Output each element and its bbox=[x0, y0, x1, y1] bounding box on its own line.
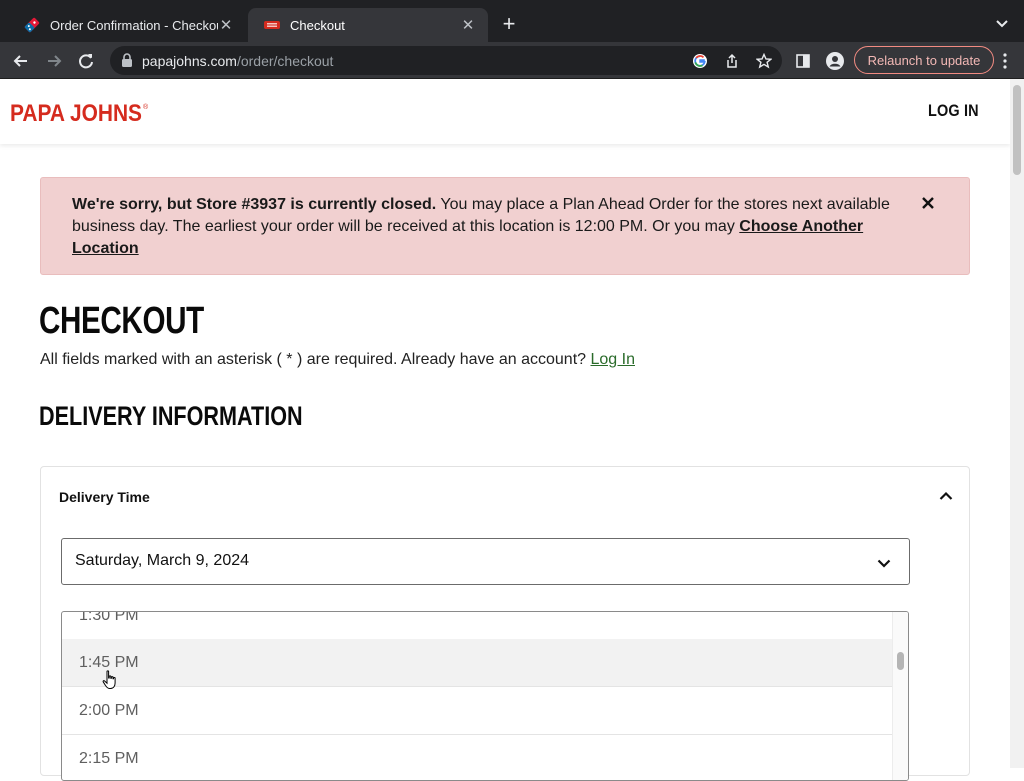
chevron-down-icon[interactable] bbox=[992, 14, 1012, 34]
delivery-date-select[interactable]: Saturday, March 9, 2024 bbox=[61, 538, 910, 585]
url-host: papajohns.com bbox=[142, 53, 237, 69]
close-icon[interactable] bbox=[921, 196, 935, 210]
bookmark-star-icon[interactable] bbox=[754, 51, 774, 71]
delivery-time-list[interactable]: 1:30 PM 1:45 PM 2:00 PM 2:15 PM bbox=[61, 611, 909, 781]
delivery-time-label: Delivery Time bbox=[59, 489, 150, 505]
time-list-scrollbar[interactable] bbox=[892, 612, 908, 780]
header-login-link[interactable]: LOG IN bbox=[928, 101, 979, 121]
more-vert-icon bbox=[1003, 53, 1007, 69]
svg-text:®: ® bbox=[143, 103, 149, 111]
chevron-down-icon bbox=[877, 559, 891, 568]
arrow-right-icon bbox=[48, 55, 62, 67]
close-tab-icon[interactable]: ✕ bbox=[218, 16, 234, 34]
time-list-scrollbar-thumb[interactable] bbox=[897, 652, 904, 670]
browser-tabstrip: Order Confirmation - Checkout ✕ Checkout… bbox=[0, 0, 1024, 42]
store-closed-alert: We're sorry, but Store #3937 is currentl… bbox=[40, 177, 970, 275]
tab-title: Checkout bbox=[290, 17, 345, 33]
dominos-icon bbox=[24, 17, 40, 33]
profile-icon bbox=[826, 52, 844, 70]
required-fields-note: All fields marked with an asterisk ( * )… bbox=[40, 351, 635, 369]
papajohns-icon bbox=[264, 21, 280, 29]
hand-cursor-icon bbox=[102, 670, 116, 689]
back-button[interactable] bbox=[9, 49, 33, 73]
required-note-text: All fields marked with an asterisk ( * )… bbox=[40, 351, 591, 368]
chevron-up-icon[interactable] bbox=[939, 491, 953, 501]
alert-headline: We're sorry, but Store #3937 is currentl… bbox=[72, 196, 437, 213]
selected-date: Saturday, March 9, 2024 bbox=[75, 552, 250, 569]
tab-order-confirmation[interactable]: Order Confirmation - Checkout ✕ bbox=[8, 8, 246, 42]
papajohns-logo[interactable]: PAPA JOHNS ® bbox=[10, 99, 150, 125]
side-panel-icon bbox=[796, 54, 810, 68]
arrow-left-icon bbox=[13, 55, 27, 67]
browser-menu-button[interactable] bbox=[996, 50, 1014, 72]
time-option[interactable]: 2:00 PM bbox=[62, 687, 894, 735]
section-title-delivery-information: DELIVERY INFORMATION bbox=[39, 401, 303, 431]
login-link[interactable]: Log In bbox=[591, 351, 635, 368]
share-icon[interactable] bbox=[722, 51, 742, 71]
tab-checkout[interactable]: Checkout ✕ bbox=[248, 8, 488, 42]
site-header: PAPA JOHNS ® LOG IN bbox=[0, 79, 1010, 144]
side-panel-button[interactable] bbox=[791, 49, 815, 73]
delivery-time-panel: Delivery Time Saturday, March 9, 2024 1:… bbox=[40, 466, 970, 781]
scrollbar-thumb[interactable] bbox=[1013, 85, 1021, 175]
page-scrollbar[interactable] bbox=[1010, 79, 1024, 768]
time-option[interactable]: 2:15 PM bbox=[62, 735, 894, 780]
tab-title: Order Confirmation - Checkout bbox=[50, 17, 218, 33]
browser-toolbar: papajohns.com/order/checkout Relaunch to… bbox=[0, 42, 1024, 79]
new-tab-button[interactable]: + bbox=[498, 12, 520, 36]
url-text: papajohns.com/order/checkout bbox=[142, 53, 333, 69]
page-title: CHECKOUT bbox=[39, 300, 204, 342]
address-bar[interactable]: papajohns.com/order/checkout bbox=[110, 46, 782, 75]
time-option-hovered[interactable]: 1:45 PM bbox=[62, 639, 894, 687]
google-icon[interactable] bbox=[690, 51, 710, 71]
reload-icon bbox=[79, 54, 93, 69]
profile-button[interactable] bbox=[823, 49, 847, 73]
url-path: /order/checkout bbox=[236, 53, 334, 69]
svg-text:PAPA JOHNS: PAPA JOHNS bbox=[10, 100, 142, 125]
forward-button[interactable] bbox=[42, 49, 66, 73]
relaunch-button[interactable]: Relaunch to update bbox=[854, 46, 994, 74]
lock-icon bbox=[122, 53, 132, 67]
time-option[interactable]: 1:30 PM bbox=[62, 612, 894, 640]
reload-button[interactable] bbox=[74, 49, 98, 73]
close-tab-icon[interactable]: ✕ bbox=[460, 16, 476, 34]
